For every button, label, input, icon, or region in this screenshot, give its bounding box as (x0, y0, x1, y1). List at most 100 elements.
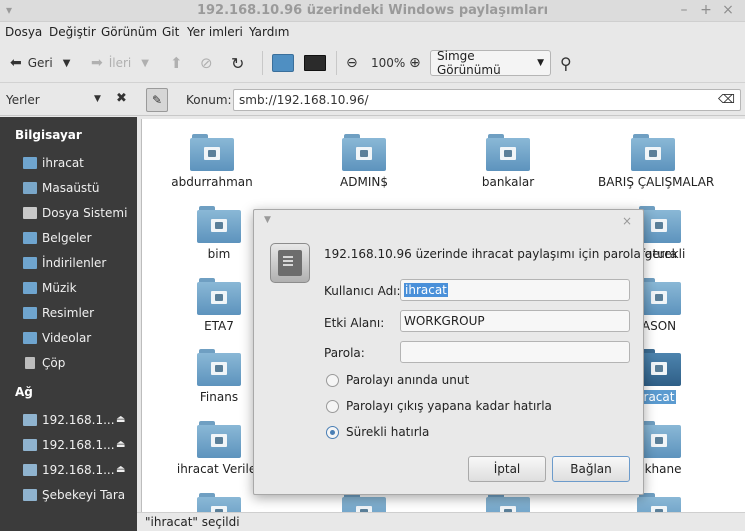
share-folder[interactable] (309, 493, 419, 512)
sidebar-header-network: Ağ (15, 385, 33, 399)
sidebar-item-trash[interactable]: Çöp (23, 354, 65, 372)
chevron-down-icon: ▼ (141, 57, 149, 69)
sidebar-mode-dropdown-icon[interactable]: ▼ (94, 94, 101, 104)
stop-button[interactable]: ⊘ (200, 49, 213, 77)
title-bar: ▾ 192.168.10.96 üzerindeki Windows payla… (0, 0, 745, 22)
radio-icon (326, 399, 339, 413)
status-bar: "ihracat" seçildi (137, 512, 745, 531)
network-folder-icon (637, 493, 681, 512)
sidebar-item-music[interactable]: Müzik (23, 279, 77, 297)
menu-edit[interactable]: Değiştir (49, 25, 96, 39)
location-bar: Yerler ▼ ✖ ✎ Konum: smb://192.168.10.96/… (0, 84, 745, 116)
network-share-icon (23, 439, 37, 451)
up-arrow-icon: ⬆ (170, 54, 183, 72)
forward-arrow-icon: ➡ (91, 55, 103, 71)
radio-label: Parolayı anında unut (346, 373, 470, 387)
menu-bookmarks[interactable]: Yer imleri (187, 25, 243, 39)
back-button[interactable]: ⬅ Geri ▼ (10, 49, 70, 77)
sidebar-header-computer: Bilgisayar (15, 128, 82, 142)
password-dialog: ▼ × 192.168.10.96 üzerinde ihracat payla… (253, 209, 685, 495)
share-folder[interactable]: ADMIN$ (309, 134, 419, 189)
trash-icon (25, 357, 35, 369)
network-folder-icon (197, 206, 241, 244)
computer-button[interactable] (304, 49, 326, 77)
connect-button[interactable]: Bağlan (552, 456, 630, 482)
username-field[interactable]: ihracat (400, 279, 630, 301)
sidebar-item-label: Müzik (42, 281, 77, 295)
toggle-location-entry-button[interactable]: ✎ (146, 88, 168, 112)
network-share-icon (23, 414, 37, 426)
safe-icon (270, 243, 310, 283)
share-folder[interactable] (453, 493, 563, 512)
search-button[interactable]: ⚲ (560, 49, 572, 77)
sidebar-item-label: Masaüstü (42, 181, 100, 195)
cancel-button[interactable]: İptal (468, 456, 546, 482)
maximize-button[interactable]: + (698, 2, 714, 18)
share-folder[interactable] (604, 493, 714, 512)
username-value: ihracat (404, 283, 448, 297)
sidebar-item-documents[interactable]: Belgeler (23, 229, 92, 247)
menu-go[interactable]: Git (162, 25, 179, 39)
sidebar-item-home[interactable]: ihracat (23, 154, 84, 172)
share-folder[interactable]: bankalar (453, 134, 563, 189)
folder-label: ADMIN$ (340, 175, 388, 189)
reload-icon: ↻ (231, 53, 245, 73)
folder-music-icon (23, 282, 37, 294)
sidebar-item-pictures[interactable]: Resimler (23, 304, 94, 322)
zoom-out-button[interactable]: ⊖ (346, 49, 358, 77)
sidebar: Bilgisayar ihracat Masaüstü Dosya Sistem… (0, 117, 137, 512)
stop-icon: ⊘ (200, 54, 213, 72)
sidebar-item-network-share[interactable]: 192.168.1... (23, 411, 115, 429)
eject-icon[interactable]: ⏏ (116, 464, 125, 475)
password-field[interactable] (400, 341, 630, 363)
folder-documents-icon (23, 232, 37, 244)
close-sidebar-icon[interactable]: ✖ (116, 91, 127, 106)
up-button[interactable]: ⬆ (170, 49, 183, 77)
eject-icon[interactable]: ⏏ (116, 414, 125, 425)
sidebar-item-videos[interactable]: Videolar (23, 329, 91, 347)
sidebar-item-label: Belgeler (42, 231, 92, 245)
forward-button[interactable]: ➡ İleri ▼ (91, 49, 149, 77)
clear-location-icon[interactable]: ⌫ (718, 92, 735, 106)
menu-file[interactable]: Dosya (5, 25, 42, 39)
menu-help[interactable]: Yardım (249, 25, 289, 39)
sidebar-item-network-share[interactable]: 192.168.1... (23, 436, 115, 454)
sidebar-item-desktop[interactable]: Masaüstü (23, 179, 99, 197)
dialog-close-button[interactable]: × (622, 214, 632, 228)
eject-icon[interactable]: ⏏ (116, 439, 125, 450)
radio-label: Parolayı çıkış yapana kadar hatırla (346, 399, 552, 413)
network-folder-icon (197, 493, 241, 512)
location-label: Konum: (186, 93, 232, 107)
toolbar: ⬅ Geri ▼ ➡ İleri ▼ ⬆ ⊘ ↻ ⊖ 100% ⊕ Simge … (0, 43, 745, 83)
domain-value: WORKGROUP (404, 314, 485, 328)
network-folder-icon (342, 493, 386, 512)
minimize-button[interactable]: – (676, 2, 692, 18)
zoom-in-button[interactable]: ⊕ (409, 49, 421, 77)
window-title: 192.168.10.96 üzerindeki Windows paylaşı… (196, 3, 549, 18)
close-window-button[interactable]: × (720, 2, 736, 18)
domain-field[interactable]: WORKGROUP (400, 310, 630, 332)
radio-remember-until-logout[interactable]: Parolayı çıkış yapana kadar hatırla (326, 399, 552, 413)
radio-icon (326, 373, 339, 387)
folder-label: BARIŞ ÇALIŞMALAR (598, 175, 715, 189)
sidebar-item-label: İndirilenler (42, 256, 107, 270)
sidebar-item-browse-network[interactable]: Şebekeyi Tara (23, 486, 125, 504)
reload-button[interactable]: ↻ (231, 49, 244, 77)
folder-home-icon (23, 157, 37, 169)
share-folder[interactable] (164, 493, 274, 512)
network-folder-icon (190, 134, 234, 172)
share-folder[interactable]: BARIŞ ÇALIŞMALAR (598, 134, 715, 189)
folder-label: racat (641, 390, 677, 404)
sidebar-item-filesystem[interactable]: Dosya Sistemi (23, 204, 127, 222)
location-input[interactable]: smb://192.168.10.96/ ⌫ (233, 89, 741, 111)
sidebar-item-network-share[interactable]: 192.168.1... (23, 461, 115, 479)
menu-view[interactable]: Görünüm (101, 25, 157, 39)
radio-forget-immediately[interactable]: Parolayı anında unut (326, 373, 469, 387)
view-mode-select[interactable]: Simge Görünümü ▼ (430, 49, 551, 77)
share-folder[interactable]: abdurrahman (157, 134, 267, 189)
sidebar-item-downloads[interactable]: İndirilenler (23, 254, 106, 272)
radio-remember-forever[interactable]: Sürekli hatırla (326, 425, 429, 439)
home-button[interactable] (272, 49, 294, 77)
drive-icon (23, 207, 37, 219)
dialog-menu-icon[interactable]: ▼ (264, 215, 271, 225)
